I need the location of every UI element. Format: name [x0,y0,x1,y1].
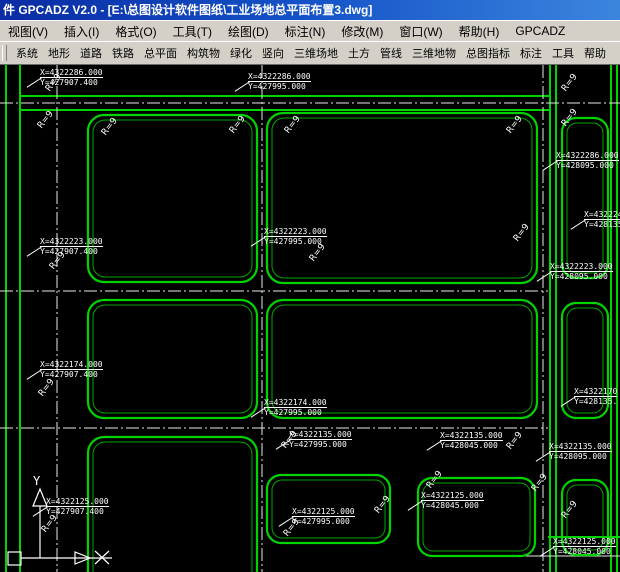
road-edge-lines [6,65,620,572]
toolbar-item-tools[interactable]: 工具 [547,43,579,63]
menu-item-view[interactable]: 视图(V) [0,21,56,42]
toolbar-item-vertical[interactable]: 竖向 [257,43,289,63]
menu-item-gpcadz[interactable]: GPCADZ [507,22,573,40]
coordinate-label: X=432224Y=428135 [584,210,620,229]
menu-item-tools[interactable]: 工具(T) [165,21,220,42]
parcel-inner-lines [93,118,603,572]
drawing-geometry: Y [0,65,620,572]
coordinate-label: X=4322174.000Y=427995.000 [264,398,327,417]
coordinate-label: X=4322170Y=428135. [574,387,617,406]
title-bar: 件 GPCADZ V2.0 - [E:\总图设计软件图纸\工业场地总平面布置3.… [0,0,620,20]
ucs-y-arrowhead [33,489,47,506]
coordinate-label: X=4322286.000Y=427995.000 [248,72,311,91]
coordinate-label: X=4322286.000Y=428095.000 [556,151,619,170]
coordinate-label: X=4322223.000Y=427907.400 [40,237,103,256]
toolbar-item-road[interactable]: 道路 [75,43,107,63]
menu-item-help[interactable]: 帮助(H) [451,21,508,42]
coordinate-label: X=4322135.000Y=428095.000 [549,442,612,461]
toolbar-item-structures[interactable]: 构筑物 [182,43,225,63]
drawing-canvas[interactable]: Y X=4322286.000Y=427907.400 X=4322286.00… [0,65,620,572]
coordinate-label: X=4322125.000Y=427907.400 [46,497,109,516]
toolbar-item-3d-features[interactable]: 三维地物 [407,43,461,63]
coordinate-label: X=4322135.000Y=428045.000 [440,431,503,450]
toolbar-item-3d-site[interactable]: 三维场地 [289,43,343,63]
toolbar-item-site-indicators[interactable]: 总图指标 [461,43,515,63]
toolbar-item-railway[interactable]: 铁路 [107,43,139,63]
menu-bar: 视图(V) 插入(I) 格式(O) 工具(T) 绘图(D) 标注(N) 修改(M… [0,20,620,41]
menu-item-insert[interactable]: 插入(I) [56,21,107,42]
toolbar-item-site-plan[interactable]: 总平面 [139,43,182,63]
menu-item-draw[interactable]: 绘图(D) [220,21,277,42]
toolbar-item-system[interactable]: 系统 [11,43,43,63]
ucs-y-label: Y [33,474,41,488]
toolbar-item-annotation[interactable]: 标注 [515,43,547,63]
toolbar-grip[interactable] [2,45,7,61]
menu-item-window[interactable]: 窗口(W) [391,21,450,42]
menu-item-modify[interactable]: 修改(M) [333,21,391,42]
toolbar-item-greening[interactable]: 绿化 [225,43,257,63]
window-title: 件 GPCADZ V2.0 - [E:\总图设计软件图纸\工业场地总平面布置3.… [3,3,372,17]
toolbar-item-terrain[interactable]: 地形 [43,43,75,63]
menu-item-dimension[interactable]: 标注(N) [277,21,334,42]
menu-item-format[interactable]: 格式(O) [107,21,164,42]
gpcadz-toolbar: 系统 地形 道路 铁路 总平面 构筑物 绿化 竖向 三维场地 土方 管线 三维地… [0,41,620,65]
toolbar-item-pipeline[interactable]: 管线 [375,43,407,63]
coordinate-label: X=4322125.000Y=428045.000 [421,491,484,510]
toolbar-item-help[interactable]: 帮助 [579,43,611,63]
coordinate-label: X=4322223.000Y=427995.000 [264,227,327,246]
coordinate-label: X=4322223.000Y=428095.000 [550,262,613,281]
toolbar-item-earthwork[interactable]: 土方 [343,43,375,63]
coordinate-label: X=4322125.000Y=428045.000 [553,537,616,556]
